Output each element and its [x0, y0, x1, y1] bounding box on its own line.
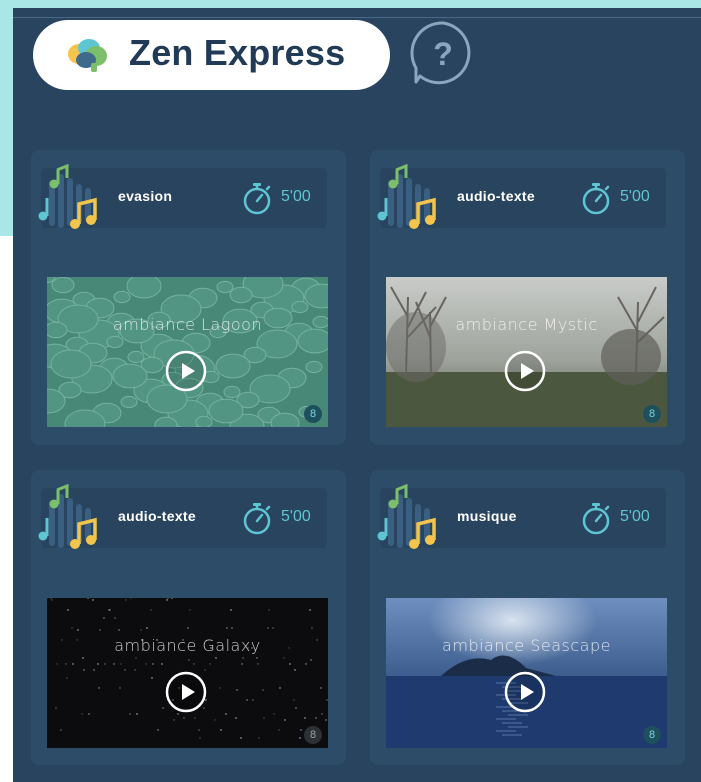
stopwatch-icon	[580, 180, 612, 216]
ambiance-thumbnail[interactable]: ambiance Lagoon 8	[47, 277, 328, 427]
app-title-pill[interactable]: Zen Express	[33, 20, 390, 90]
music-notes-icon	[374, 484, 440, 554]
ambiance-title: ambiance Seascape	[442, 636, 611, 655]
help-bubble-icon[interactable]: ?	[410, 20, 476, 86]
brand-badge: 8	[304, 726, 322, 744]
play-icon[interactable]	[165, 671, 207, 713]
card-header: audio-texte 5'00	[41, 488, 327, 548]
session-duration: 5'00	[620, 188, 650, 205]
session-duration: 5'00	[620, 508, 650, 525]
session-card[interactable]: audio-texte 5'00 ambiance Galaxy 8	[31, 470, 346, 765]
music-notes-icon	[374, 164, 440, 234]
music-notes-icon	[35, 484, 101, 554]
session-type: audio-texte	[457, 188, 535, 204]
app-title: Zen Express	[129, 32, 346, 73]
ambiance-title: ambiance Mystic	[455, 315, 598, 334]
ambiance-title: ambiance Galaxy	[114, 636, 261, 655]
brain-icon	[68, 39, 107, 72]
card-header: musique 5'00	[380, 488, 666, 548]
brand-badge: 8	[304, 405, 322, 423]
ambiance-thumbnail[interactable]: ambiance Galaxy 8	[47, 598, 328, 748]
card-header: audio-texte 5'00	[380, 168, 666, 228]
card-header: evasion 5'00	[41, 168, 327, 228]
brand-badge: 8	[643, 726, 661, 744]
session-duration: 5'00	[281, 508, 311, 525]
session-card[interactable]: musique 5'00 ambiance Seascape 8	[370, 470, 685, 765]
play-icon[interactable]	[165, 350, 207, 392]
top-divider	[13, 17, 701, 18]
session-card[interactable]: audio-texte 5'00 ambiance Mystic 8	[370, 150, 685, 445]
top-strip	[0, 0, 701, 8]
session-card[interactable]: evasion 5'00 ambiance Lagoon 8	[31, 150, 346, 445]
session-duration: 5'00	[281, 188, 311, 205]
music-notes-icon	[35, 164, 101, 234]
ambiance-title: ambiance Lagoon	[112, 315, 263, 334]
left-band-lower	[0, 236, 13, 782]
left-band	[0, 8, 13, 236]
stopwatch-icon	[241, 500, 273, 536]
help-label: ?	[433, 36, 453, 72]
session-type: evasion	[118, 188, 173, 204]
stopwatch-icon	[241, 180, 273, 216]
session-type: audio-texte	[118, 508, 196, 524]
stopwatch-icon	[580, 500, 612, 536]
brand-badge: 8	[643, 405, 661, 423]
session-type: musique	[457, 508, 517, 524]
ambiance-thumbnail[interactable]: ambiance Seascape 8	[386, 598, 667, 748]
play-icon[interactable]	[504, 671, 546, 713]
ambiance-thumbnail[interactable]: ambiance Mystic 8	[386, 277, 667, 427]
play-icon[interactable]	[504, 350, 546, 392]
